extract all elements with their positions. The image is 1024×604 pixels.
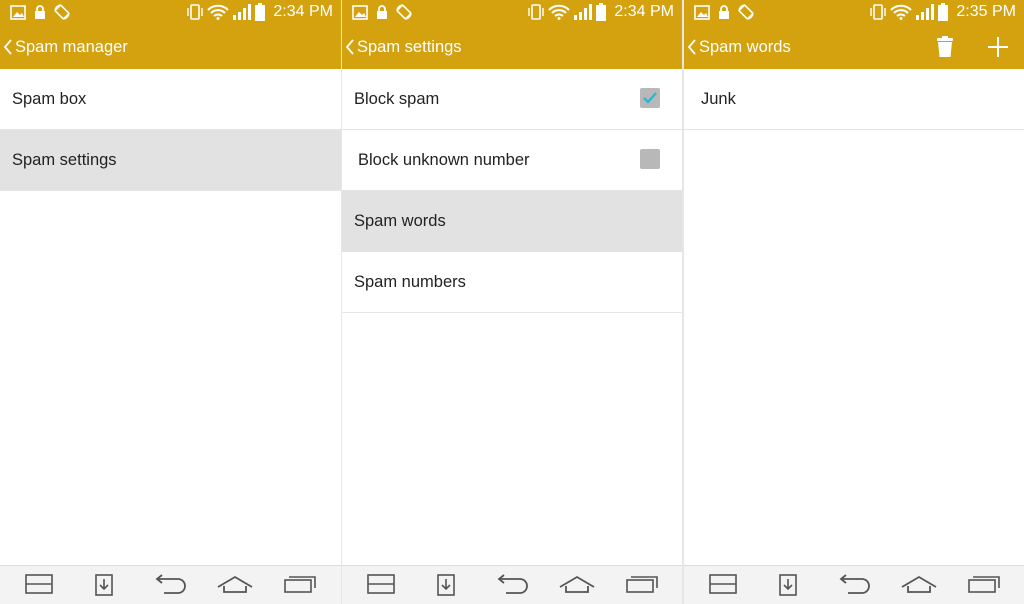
block-unknown-number-checkbox[interactable] (640, 149, 660, 169)
settings-list: Spam box Spam settings (0, 69, 341, 191)
list-item-spam-box[interactable]: Spam box (0, 69, 341, 130)
signal-icon (916, 4, 935, 20)
page-title: Spam settings (357, 38, 462, 56)
screens: 2:34 PM Spam manager Spam box Spam setti… (0, 0, 1024, 604)
rotate-icon (738, 4, 754, 20)
back-icon[interactable] (494, 573, 530, 595)
list-item-label: Block spam (354, 90, 440, 108)
recent-apps-icon[interactable] (625, 573, 659, 595)
image-icon (10, 4, 26, 20)
dual-window-icon[interactable] (708, 573, 738, 595)
checkmark-icon (643, 92, 657, 104)
title-bar[interactable]: Spam manager (0, 25, 341, 69)
recent-apps-icon[interactable] (283, 573, 317, 595)
status-time: 2:34 PM (273, 3, 333, 20)
signal-icon (574, 4, 593, 20)
vibrate-icon (870, 4, 887, 20)
wifi-icon (890, 4, 913, 20)
vibrate-icon (187, 4, 204, 20)
download-icon[interactable] (436, 573, 456, 597)
back-icon[interactable] (836, 573, 872, 595)
trash-icon[interactable] (935, 36, 955, 58)
status-bar: 2:34 PM (342, 0, 682, 25)
settings-list: Block spam Block unknown number Spam wor… (342, 69, 682, 313)
image-icon (352, 4, 368, 20)
lock-icon (35, 4, 45, 19)
add-icon[interactable] (987, 36, 1009, 58)
home-icon[interactable] (558, 573, 596, 595)
block-spam-checkbox[interactable] (640, 88, 660, 108)
lock-icon (377, 4, 387, 19)
rotate-icon (54, 4, 70, 20)
lock-icon (719, 4, 729, 19)
list-item-label: Junk (701, 90, 736, 108)
list-item-spam-words[interactable]: Spam words (342, 191, 682, 252)
app-bar: 2:34 PM Spam manager (0, 0, 341, 69)
back-icon[interactable] (152, 573, 188, 595)
dual-window-icon[interactable] (24, 573, 54, 595)
signal-icon (233, 4, 252, 20)
vibrate-icon (528, 4, 545, 20)
screen-spam-settings: 2:34 PM Spam settings Block spam Block u… (342, 0, 682, 604)
back-chevron-icon[interactable] (3, 38, 13, 56)
spam-words-list: Junk (684, 69, 1024, 130)
battery-icon (255, 3, 266, 21)
app-bar: 2:34 PM Spam settings (342, 0, 682, 69)
list-item-block-unknown-number[interactable]: Block unknown number (342, 130, 682, 191)
list-item-label: Spam box (12, 90, 87, 108)
home-icon[interactable] (900, 573, 938, 595)
rotate-icon (396, 4, 412, 20)
home-icon[interactable] (216, 573, 254, 595)
title-bar[interactable]: Spam settings (342, 25, 682, 69)
list-item-label: Spam numbers (354, 273, 466, 291)
back-chevron-icon[interactable] (345, 38, 355, 56)
list-item-junk[interactable]: Junk (684, 69, 1024, 130)
recent-apps-icon[interactable] (967, 573, 1001, 595)
battery-icon (596, 3, 607, 21)
list-item-label: Spam settings (12, 151, 117, 169)
page-title: Spam manager (15, 38, 128, 56)
list-item-block-spam[interactable]: Block spam (342, 69, 682, 130)
status-bar: 2:34 PM (0, 0, 341, 25)
dual-window-icon[interactable] (366, 573, 396, 595)
screen-spam-words: 2:35 PM Spam words Junk (684, 0, 1024, 604)
nav-bar (684, 565, 1024, 604)
image-icon (694, 4, 710, 20)
status-bar: 2:35 PM (684, 0, 1024, 25)
list-item-spam-numbers[interactable]: Spam numbers (342, 252, 682, 313)
nav-bar (342, 565, 682, 604)
wifi-icon (548, 4, 571, 20)
list-item-spam-settings[interactable]: Spam settings (0, 130, 341, 191)
battery-icon (938, 3, 949, 21)
wifi-icon (207, 4, 230, 20)
back-chevron-icon[interactable] (687, 38, 697, 56)
title-bar[interactable]: Spam words (684, 25, 1024, 69)
nav-bar (0, 565, 341, 604)
status-time: 2:34 PM (614, 3, 674, 20)
list-item-label: Block unknown number (358, 151, 530, 169)
page-title: Spam words (699, 38, 791, 56)
status-time: 2:35 PM (956, 3, 1016, 20)
app-bar: 2:35 PM Spam words (684, 0, 1024, 69)
download-icon[interactable] (778, 573, 798, 597)
list-item-label: Spam words (354, 212, 446, 230)
screen-spam-manager: 2:34 PM Spam manager Spam box Spam setti… (0, 0, 341, 604)
download-icon[interactable] (94, 573, 114, 597)
